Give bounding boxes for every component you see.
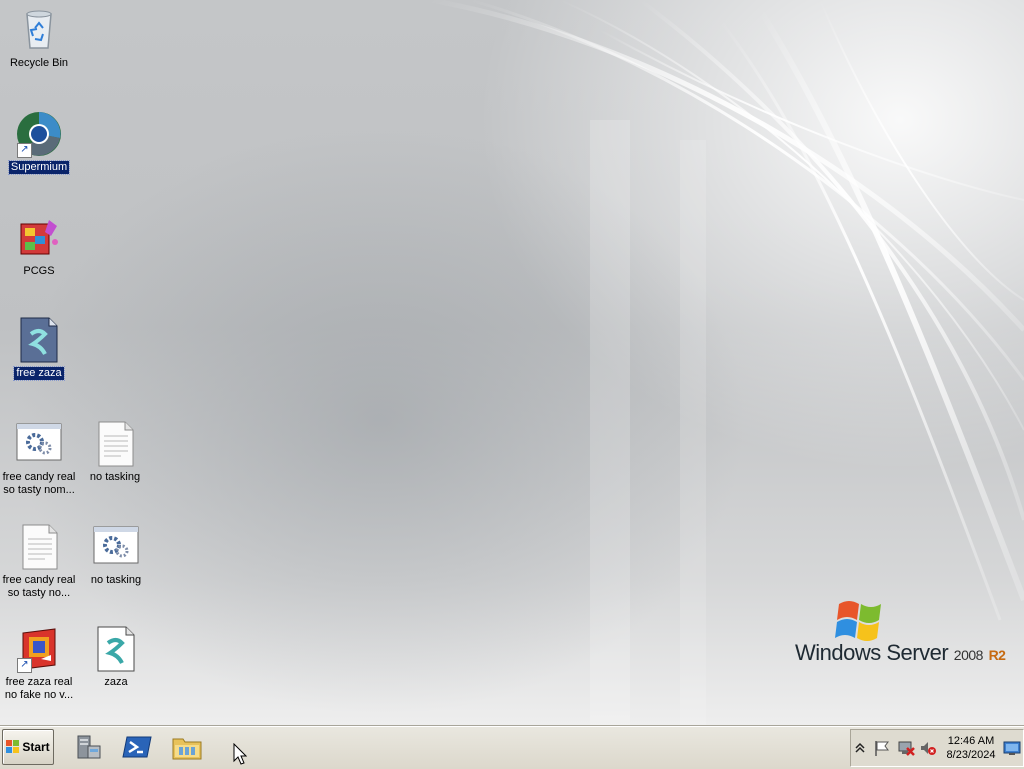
text-document-icon (15, 523, 63, 571)
taskbar: Start 12:46 AM 8/23/2024 (0, 726, 1024, 769)
action-center-flag-icon[interactable] (873, 739, 891, 757)
desktop[interactable]: Recycle Bin ↗ Supermium PCGS free zaza f… (0, 0, 1024, 726)
brand-version: 2008 (953, 647, 984, 663)
settings-file-icon (92, 523, 140, 571)
desktop-icon-label: free zaza (13, 366, 65, 381)
clock-time: 12:46 AM (947, 735, 995, 747)
system-clock[interactable]: 12:46 AM 8/23/2024 (943, 734, 999, 762)
installer-app-icon: ↗ (15, 625, 63, 673)
notification-area: 12:46 AM 8/23/2024 (850, 729, 1024, 767)
desktop-icon-label: free candy real so tasty nom... (2, 471, 76, 496)
windows-server-branding: Windows Server 2008 R2 (795, 598, 1015, 668)
pcgs-app-icon (15, 214, 63, 262)
clock-date: 8/23/2024 (946, 749, 996, 761)
desktop-icon-free-candy-nom[interactable]: free candy real so tasty nom... (0, 420, 78, 497)
desktop-icon-label: no tasking (89, 471, 141, 483)
desktop-icon-label: free zaza real no fake no v... (4, 676, 74, 701)
desktop-icon-label: free candy real so tasty no... (2, 574, 76, 599)
volume-muted-icon[interactable] (919, 739, 937, 757)
desktop-icon-free-candy-no[interactable]: free candy real so tasty no... (0, 523, 78, 600)
recycle-bin-icon (15, 6, 63, 54)
text-document-icon (91, 420, 139, 468)
desktop-icon-label: no tasking (90, 574, 142, 586)
desktop-icon-free-zaza-real[interactable]: ↗ free zaza real no fake no v... (0, 625, 78, 702)
brand-product: Windows Server (795, 640, 949, 665)
brand-edition: R2 (988, 647, 1006, 663)
desktop-icon-label: Supermium (7, 160, 71, 175)
supermium-browser-icon: ↗ (15, 110, 63, 158)
shortcut-arrow-icon: ↗ (17, 658, 32, 673)
desktop-icon-label: PCGS (23, 265, 55, 277)
server-manager-icon[interactable] (70, 731, 104, 763)
show-hidden-icons-chevron[interactable] (853, 739, 871, 757)
desktop-icon-label: Recycle Bin (9, 57, 69, 69)
powershell-icon[interactable] (120, 731, 154, 763)
network-disconnected-icon[interactable] (897, 739, 915, 757)
windows-explorer-icon[interactable] (170, 731, 204, 763)
windows-flag-logo (835, 601, 881, 641)
settings-file-icon (15, 420, 63, 468)
desktop-icon-pcgs[interactable]: PCGS (0, 214, 78, 278)
desktop-icon-supermium[interactable]: ↗ Supermium (0, 110, 78, 175)
desktop-icon-label: zaza (104, 676, 128, 688)
start-label: Start (22, 740, 50, 754)
script-file-icon (92, 625, 140, 673)
desktop-icon-no-tasking-settings[interactable]: no tasking (77, 523, 155, 587)
windows-logo-icon (6, 740, 20, 753)
desktop-icon-no-tasking-text[interactable]: no tasking (76, 420, 154, 484)
desktop-icon-free-zaza[interactable]: free zaza (0, 316, 78, 381)
desktop-icon-zaza[interactable]: zaza (77, 625, 155, 689)
start-button[interactable]: Start (2, 729, 54, 765)
script-file-icon (15, 316, 63, 364)
shortcut-arrow-icon: ↗ (17, 143, 32, 158)
show-desktop-icon[interactable] (1003, 739, 1021, 757)
desktop-icon-recycle-bin[interactable]: Recycle Bin (0, 6, 78, 70)
mouse-pointer-icon (233, 743, 247, 765)
